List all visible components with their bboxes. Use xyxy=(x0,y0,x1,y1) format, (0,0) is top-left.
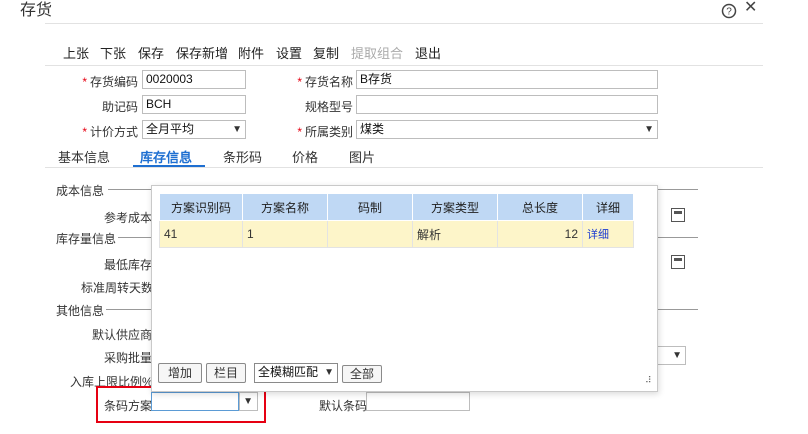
tabs-divider xyxy=(45,167,763,168)
fetch-combo-button[interactable]: 提取组合 xyxy=(351,43,403,62)
save-new-button[interactable]: 保存新增 xyxy=(176,43,228,62)
barcode-scheme-popup: 方案识别码 方案名称 码制 方案类型 总长度 详细 41 1 解析 12 详细 … xyxy=(151,185,658,392)
svg-text:?: ? xyxy=(726,7,732,18)
columns-button[interactable]: 栏目 xyxy=(206,363,246,383)
add-button[interactable]: 增加 xyxy=(158,363,202,383)
tab-stock-info[interactable]: 库存信息 xyxy=(140,147,192,166)
calculator-icon[interactable] xyxy=(671,255,685,269)
chevron-down-icon: ▼ xyxy=(324,367,334,378)
pricing-label: * 计价方式 xyxy=(82,125,138,139)
tab-barcode[interactable]: 条形码 xyxy=(223,147,262,166)
column-header[interactable]: 方案类型 xyxy=(412,193,498,221)
all-button[interactable]: 全部 xyxy=(342,365,382,383)
match-mode-value: 全模糊匹配 xyxy=(258,365,319,379)
title-divider xyxy=(45,23,763,24)
pricing-value: 全月平均 xyxy=(146,122,195,136)
category-label: * 所属类别 xyxy=(297,125,353,139)
column-header[interactable]: 方案名称 xyxy=(242,193,328,221)
scheme-id-cell: 41 xyxy=(159,220,243,248)
match-mode-select[interactable]: 全模糊匹配 ▼ xyxy=(254,363,338,383)
scheme-type-cell: 解析 xyxy=(412,220,498,248)
chevron-down-icon: ▼ xyxy=(672,350,682,361)
attach-button[interactable]: 附件 xyxy=(238,43,264,62)
default-barcode-label: 默认条码 xyxy=(319,399,368,413)
total-length-cell: 12 xyxy=(497,220,583,248)
save-button[interactable]: 保存 xyxy=(138,43,164,62)
mnemonic-field[interactable]: BCH xyxy=(142,95,246,114)
category-value: 煤类 xyxy=(360,122,385,136)
purchase-batch-label: 采购批量 xyxy=(104,351,153,365)
name-label: * 存货名称 xyxy=(297,75,353,89)
copy-button[interactable]: 复制 xyxy=(313,43,339,62)
name-field[interactable]: B存货 xyxy=(356,70,658,89)
column-header[interactable]: 方案识别码 xyxy=(159,193,243,221)
resize-handle-icon[interactable]: ⠼ xyxy=(645,375,652,386)
detail-link[interactable]: 详细 xyxy=(582,220,634,248)
min-stock-label: 最低库存 xyxy=(104,258,153,272)
default-barcode-input[interactable] xyxy=(366,392,470,411)
scheme-table: 方案识别码 方案名称 码制 方案类型 总长度 详细 41 1 解析 12 详细 xyxy=(159,193,634,248)
other-section-title: 其他信息 xyxy=(56,304,105,318)
tab-basic-info[interactable]: 基本信息 xyxy=(58,147,110,166)
spec-field[interactable] xyxy=(356,95,658,114)
close-icon[interactable]: ✕ xyxy=(744,0,757,17)
tab-image[interactable]: 图片 xyxy=(349,147,375,166)
mnemonic-label: 助记码 xyxy=(101,100,138,114)
calculator-icon[interactable] xyxy=(671,208,685,222)
prev-button[interactable]: 上张 xyxy=(63,43,89,62)
cost-section-title: 成本信息 xyxy=(56,184,105,198)
column-header[interactable]: 码制 xyxy=(327,193,413,221)
ref-cost-label: 参考成本 xyxy=(104,211,153,225)
next-button[interactable]: 下张 xyxy=(100,43,126,62)
column-header[interactable]: 总长度 xyxy=(497,193,583,221)
spec-label: 规格型号 xyxy=(304,100,353,114)
table-row[interactable]: 41 1 解析 12 详细 xyxy=(159,220,634,248)
settings-button[interactable]: 设置 xyxy=(276,43,302,62)
pricing-select[interactable]: 全月平均 ▼ xyxy=(142,120,246,139)
column-header[interactable]: 详细 xyxy=(582,193,634,221)
window-title: 存货 xyxy=(20,2,53,19)
exit-button[interactable]: 退出 xyxy=(415,43,441,62)
tab-price[interactable]: 价格 xyxy=(292,147,318,166)
symbology-cell xyxy=(327,220,413,248)
default-supplier-label: 默认供应商 xyxy=(92,328,153,342)
code-label: * 存货编码 xyxy=(82,75,138,89)
purchase-batch-select[interactable]: ▼ xyxy=(656,346,686,365)
chevron-down-icon: ▼ xyxy=(644,124,654,135)
turnover-days-label: 标准周转天数 xyxy=(81,281,154,295)
chevron-down-icon: ▼ xyxy=(232,124,242,135)
scheme-name-cell: 1 xyxy=(242,220,328,248)
category-select[interactable]: 煤类 ▼ xyxy=(356,120,658,139)
code-field[interactable]: 0020003 xyxy=(142,70,246,89)
toolbar-divider xyxy=(45,65,763,66)
stock-qty-section-title: 库存量信息 xyxy=(56,232,117,246)
